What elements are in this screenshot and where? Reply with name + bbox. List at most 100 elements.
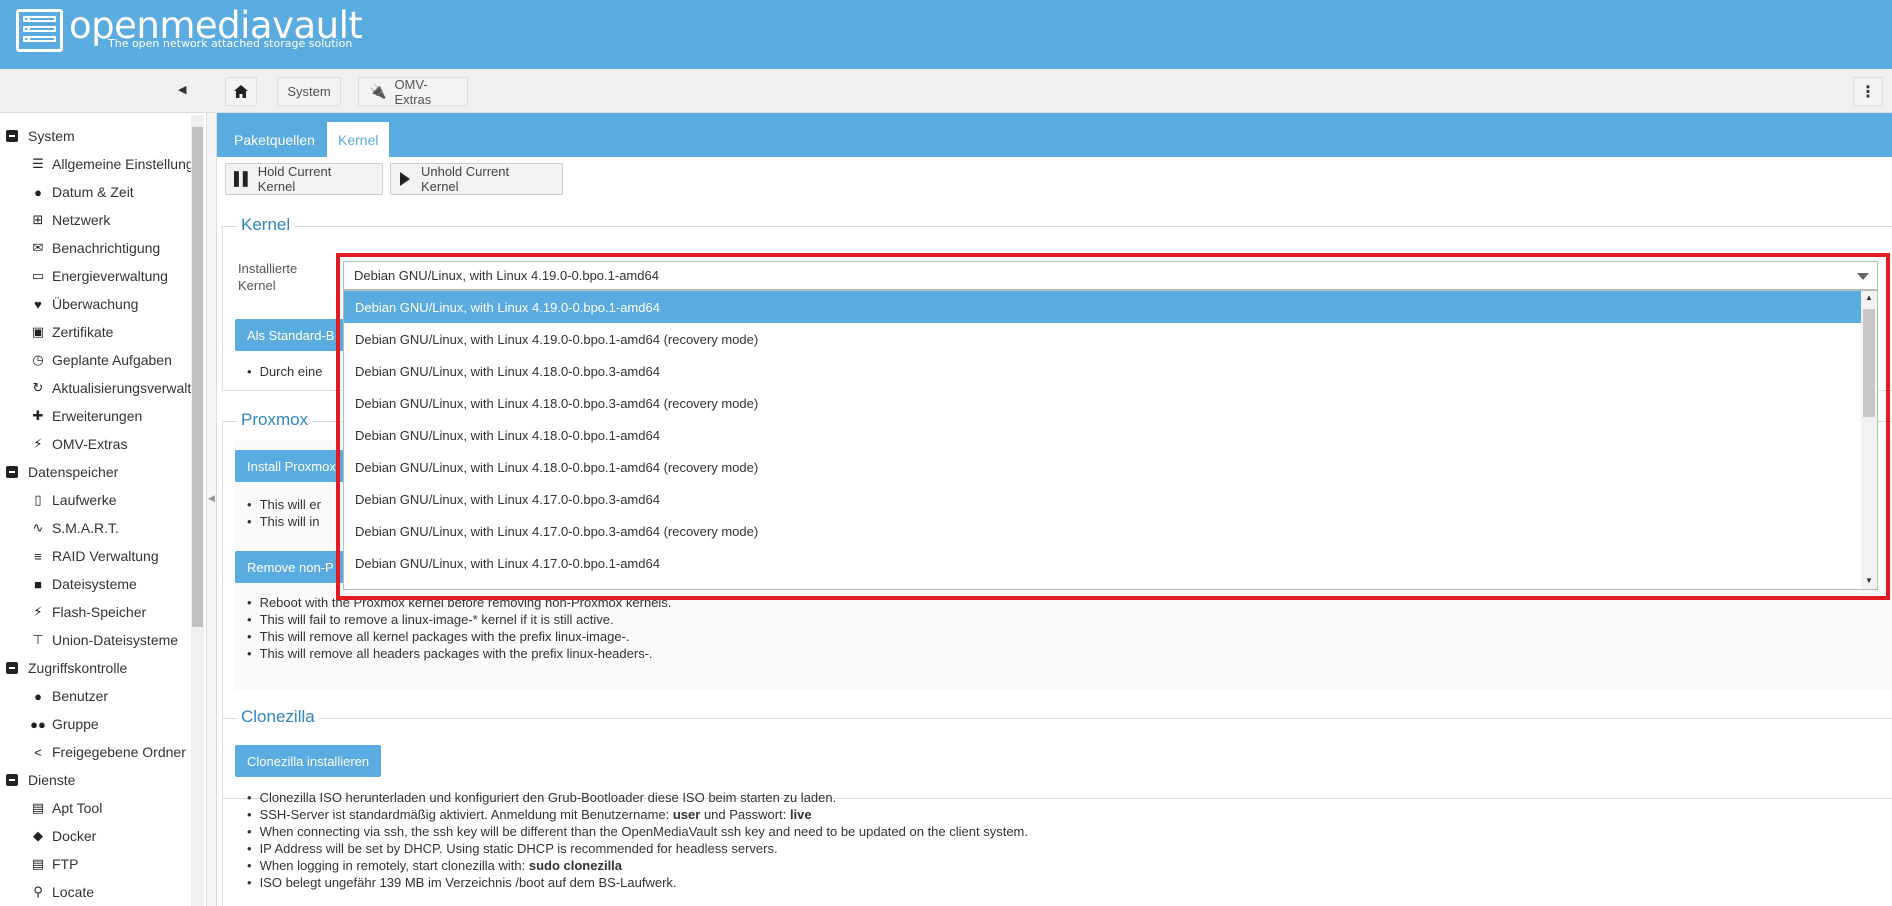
omv-logo-icon	[16, 9, 63, 52]
sidebar-item-netzwerk[interactable]: ⊞ Netzwerk	[30, 212, 111, 228]
dropdown-scrollbar[interactable]: ▲ ▼	[1861, 291, 1877, 589]
plug-icon: ⚡	[33, 436, 43, 451]
more-menu-button[interactable]: ⋮	[1853, 77, 1883, 106]
home-button[interactable]	[225, 77, 257, 106]
dropdown-scrollbar-thumb[interactable]	[1863, 309, 1875, 417]
collapse-minus-icon	[6, 774, 18, 786]
set-default-kernel-button[interactable]: Als Standard-B	[235, 319, 355, 351]
nav-group-system[interactable]: System	[6, 128, 75, 144]
nav-group-dienste[interactable]: Dienste	[6, 772, 75, 788]
proxmox-remove-notes: Reboot with the Proxmox kernel before re…	[247, 594, 672, 662]
sidebar-item-locate[interactable]: ⚲ Locate	[30, 884, 94, 900]
sidebar-item-benachrichtigung[interactable]: ✉ Benachrichtigung	[30, 240, 161, 256]
hold-current-kernel-button[interactable]: Hold Current Kernel	[225, 163, 383, 195]
users-icon: ●●	[30, 716, 46, 732]
sidebar-scrollbar[interactable]	[191, 115, 204, 906]
sidebar-item-aktualisierungsverwaltung[interactable]: ↻ Aktualisierungsverwalt	[30, 380, 192, 396]
kernel-option[interactable]: Debian GNU/Linux, with Linux 4.18.0-0.bp…	[344, 387, 1862, 419]
heartbeat-icon: ♥	[34, 296, 42, 312]
bolt-icon: ⚡	[33, 604, 43, 619]
sidebar-item-ftp[interactable]: ▤ FTP	[30, 856, 79, 872]
tab-paketquellen[interactable]: Paketquellen	[223, 122, 326, 157]
clonezilla-notes: Clonezilla ISO herunterladen und konfigu…	[247, 789, 1028, 891]
sidebar-item-smart[interactable]: ∿ S.M.A.R.T.	[30, 520, 119, 536]
disk-icon: ▯	[34, 492, 42, 507]
clonezilla-note: IP Address will be set by DHCP. Using st…	[247, 840, 1028, 857]
kernel-option[interactable]: Debian GNU/Linux, with Linux 4.18.0-0.bp…	[344, 355, 1862, 387]
kernel-option[interactable]: Debian GNU/Linux, with Linux 4.18.0-0.bp…	[344, 451, 1862, 483]
sidebar-item-allgemeine-einstellung[interactable]: ☰ Allgemeine Einstellung	[30, 156, 193, 172]
server-icon: ▤	[31, 856, 45, 871]
envelope-icon: ✉	[32, 240, 44, 255]
tab-kernel[interactable]: Kernel	[327, 122, 390, 157]
kernel-option[interactable]: Debian GNU/Linux, with Linux 4.17.0-0.bp…	[344, 483, 1862, 515]
tab-bar: Paketquellen Kernel	[217, 113, 1892, 157]
breadcrumb-omv-extras[interactable]: 🔌 OMV-Extras	[358, 77, 468, 107]
sidebar-item-erweiterungen[interactable]: ✚ Erweiterungen	[30, 408, 143, 424]
sidebar-item-dateisysteme[interactable]: ■ Dateisysteme	[30, 576, 137, 592]
proxmox-remove-note: This will remove all kernel packages wit…	[247, 628, 671, 645]
breadcrumb-system[interactable]: System	[277, 77, 341, 106]
clonezilla-note: ISO belegt ungefähr 139 MB im Verzeichni…	[247, 874, 1028, 891]
user-icon: ●	[34, 688, 42, 704]
collapse-minus-icon	[6, 130, 18, 142]
sidebar-item-geplante-aufgaben[interactable]: ◷ Geplante Aufgaben	[30, 352, 172, 368]
certificate-icon: ▣	[31, 324, 45, 339]
scroll-down-icon[interactable]: ▼	[1865, 576, 1873, 585]
kernel-notes: Durch eine	[247, 363, 323, 380]
clonezilla-install-button[interactable]: Clonezilla installieren	[235, 745, 382, 777]
installed-kernel-label: Installierte Kernel	[238, 261, 298, 293]
sidebar-item-freigegebene-ordner[interactable]: < Freigegebene Ordner	[30, 744, 186, 760]
clonezilla-note: Clonezilla ISO herunterladen und konfigu…	[247, 789, 1028, 806]
sidebar-scrollbar-thumb[interactable]	[192, 127, 203, 627]
nav-group-datenspeicher[interactable]: Datenspeicher	[6, 464, 118, 480]
chevron-down-icon[interactable]	[1857, 273, 1869, 280]
sidebar-item-flash-speicher[interactable]: ⚡ Flash-Speicher	[30, 604, 146, 620]
sidebar-splitter[interactable]: ◀	[207, 113, 217, 906]
sidebar-item-ueberwachung[interactable]: ♥ Überwachung	[30, 296, 138, 312]
nav-group-zugriffskontrolle[interactable]: Zugriffskontrolle	[6, 660, 127, 676]
install-proxmox-button[interactable]: Install Proxmox	[235, 450, 345, 482]
kernel-option[interactable]: Debian GNU/Linux, with Linux 4.19.0-0.bp…	[344, 323, 1862, 355]
proxmox-remove-note: Reboot with the Proxmox kernel before re…	[247, 594, 672, 611]
installed-kernel-select[interactable]: Debian GNU/Linux, with Linux 4.19.0-0.bp…	[343, 261, 1878, 290]
proxmox-install-note: This will er	[247, 496, 321, 513]
proxmox-remove-note: This will fail to remove a linux-image-*…	[247, 611, 671, 628]
network-icon: ⊞	[32, 212, 44, 227]
kernel-option[interactable]: Debian GNU/Linux, with Linux 4.17.0-0.bp…	[344, 515, 1862, 547]
scroll-up-icon[interactable]: ▲	[1865, 293, 1873, 302]
collapse-minus-icon	[6, 466, 18, 478]
battery-icon: ▭	[31, 268, 45, 283]
remove-non-proxmox-button[interactable]: Remove non-P	[235, 551, 345, 583]
sidebar-item-zertifikate[interactable]: ▣ Zertifikate	[30, 324, 114, 340]
clonezilla-note: When connecting via ssh, the ssh key wil…	[247, 823, 1028, 840]
kernel-dropdown-list: Debian GNU/Linux, with Linux 4.19.0-0.bp…	[343, 290, 1878, 590]
clonezilla-fieldset: Clonezilla Clonezilla installieren Clone…	[222, 707, 1892, 906]
search-icon: ⚲	[33, 884, 43, 899]
unhold-current-kernel-button[interactable]: Unhold Current Kernel	[390, 163, 563, 195]
splitter-arrow-icon[interactable]: ◀	[208, 493, 215, 504]
clonezilla-note: SSH-Server ist standardmäßig aktiviert. …	[247, 806, 1028, 823]
sidebar-item-omv-extras[interactable]: ⚡ OMV-Extras	[30, 436, 127, 452]
sidebar-item-apt-tool[interactable]: ▤ Apt Tool	[30, 800, 103, 816]
kernel-option[interactable]: Debian GNU/Linux, with Linux 4.17.0-0.bp…	[344, 547, 1862, 579]
kernel-option[interactable]: Debian GNU/Linux, with Linux 4.18.0-0.bp…	[344, 419, 1862, 451]
sidebar-item-energieverwaltung[interactable]: ▭ Energieverwaltung	[30, 268, 168, 284]
sidebar-item-raid-verwaltung[interactable]: ≡ RAID Verwaltung	[30, 548, 158, 564]
calendar-clock-icon: ◷	[32, 352, 44, 367]
pause-icon	[234, 171, 248, 187]
sidebar-item-union-dateisysteme[interactable]: ⊤ Union-Dateisysteme	[30, 632, 178, 648]
sidebar-item-benutzer[interactable]: ● Benutzer	[30, 688, 108, 704]
docker-icon: ◆	[33, 828, 43, 843]
installed-kernel-value: Debian GNU/Linux, with Linux 4.19.0-0.bp…	[354, 268, 659, 283]
sidebar-item-datum-zeit[interactable]: ● Datum & Zeit	[30, 184, 134, 200]
sliders-icon: ☰	[32, 156, 44, 171]
sidebar-item-gruppe[interactable]: ●● Gruppe	[30, 716, 99, 732]
collapse-sidebar-icon[interactable]: ◀	[178, 83, 186, 96]
sidebar-item-docker[interactable]: ◆ Docker	[30, 828, 96, 844]
kernel-option[interactable]: Debian GNU/Linux, with Linux 4.19.0-0.bp…	[344, 291, 1862, 323]
proxmox-install-note: This will in	[247, 513, 321, 530]
play-icon	[399, 172, 410, 186]
kernel-note: Durch eine	[247, 363, 323, 380]
sidebar-item-laufwerke[interactable]: ▯ Laufwerke	[30, 492, 116, 508]
